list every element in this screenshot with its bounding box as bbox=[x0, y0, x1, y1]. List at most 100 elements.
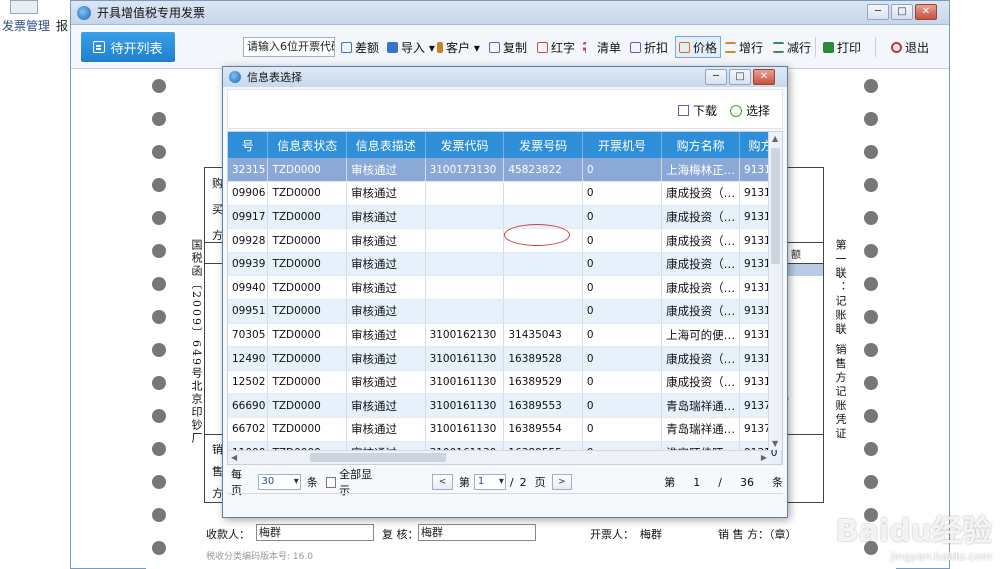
invoice-code-input[interactable]: 请输入6位开票代码 bbox=[243, 37, 335, 57]
table-row[interactable]: 70305 TZD0000 审核通过 3100162130 31435043 0 上海可的便… bbox=[228, 323, 782, 348]
payee-input[interactable]: 梅群 bbox=[256, 524, 374, 541]
table-cell: 0 bbox=[582, 393, 663, 419]
column-header[interactable]: 开票机号 bbox=[582, 132, 663, 158]
toolbar-separator bbox=[815, 37, 816, 57]
table-row[interactable]: 12502 TZD0000 审核通过 3100161130 16389529 0 康成投资（… bbox=[228, 370, 782, 395]
red-invoice-icon bbox=[537, 41, 548, 53]
perforation-hole bbox=[864, 145, 878, 159]
column-header[interactable]: 发票代码 bbox=[425, 132, 505, 158]
table-cell: 青岛瑞祥通… bbox=[661, 417, 741, 442]
toolbar-add-row-button[interactable]: 增行 bbox=[725, 37, 763, 57]
toolbar-exit-button[interactable]: 退出 bbox=[891, 37, 929, 57]
table-cell bbox=[425, 299, 505, 324]
info-table-dialog: 信息表选择 ─ □ ✕ 下载 选择 号 信息表状态 信息表描述 发票代码 发票号… bbox=[222, 66, 788, 518]
column-header[interactable]: 购方名称 bbox=[661, 132, 741, 158]
table-cell: 45823822 bbox=[503, 158, 583, 183]
next-page-button[interactable]: > bbox=[551, 474, 573, 490]
minimize-button[interactable]: ─ bbox=[867, 4, 889, 20]
scroll-down-icon[interactable]: ▼ bbox=[772, 439, 778, 448]
perforation-hole bbox=[864, 244, 878, 258]
horizontal-scrollbar[interactable]: ◀ ▶ bbox=[228, 450, 770, 464]
perforation-hole bbox=[152, 277, 166, 291]
vertical-scroll-thumb[interactable] bbox=[771, 148, 780, 264]
table-cell bbox=[503, 252, 583, 277]
maximize-button[interactable]: □ bbox=[891, 4, 913, 20]
pending-list-button[interactable]: 待开列表 bbox=[81, 32, 175, 62]
table-cell: 审核通过 bbox=[346, 346, 426, 371]
toolbar-customer-button[interactable]: 客户 ▾ bbox=[437, 37, 480, 57]
dialog-minimize-button[interactable]: ─ bbox=[705, 69, 727, 85]
table-cell: 审核通过 bbox=[346, 323, 426, 348]
perforation-hole bbox=[152, 145, 166, 159]
perforation-hole bbox=[152, 79, 166, 93]
app-logo-icon bbox=[77, 5, 91, 20]
table-row[interactable]: 32315 TZD0000 审核通过 3100173130 45823822 0 上海梅林正… bbox=[228, 158, 782, 183]
toolbar-copy-button[interactable]: 复制 bbox=[489, 37, 527, 57]
toolbar-print-button[interactable]: 打印 bbox=[823, 37, 861, 57]
menu-report-partial[interactable]: 报 bbox=[56, 17, 68, 34]
table-cell: 审核通过 bbox=[346, 417, 426, 442]
record-total: 36 bbox=[740, 475, 754, 489]
table-row[interactable]: 09940 TZD0000 审核通过 0 康成投资（… 91310 bbox=[228, 275, 782, 301]
horizontal-scroll-thumb[interactable] bbox=[310, 453, 446, 462]
prev-page-button[interactable]: < bbox=[432, 474, 453, 490]
toolbar-label: 清单 bbox=[597, 40, 622, 55]
per-page-select[interactable]: 30 bbox=[257, 474, 301, 490]
table-cell: 3100161130 bbox=[425, 417, 505, 442]
perforation-hole bbox=[864, 211, 878, 225]
toolbar-discount-button[interactable]: 折扣 bbox=[630, 37, 668, 57]
table-row[interactable]: 12490 TZD0000 审核通过 3100161130 16389528 0 康成投资（… bbox=[228, 346, 782, 371]
table-cell: 3100161130 bbox=[425, 370, 505, 395]
info-table-grid: 号 信息表状态 信息表描述 发票代码 发票号码 开票机号 购方名称 购方 323… bbox=[227, 131, 783, 465]
menu-invoice-management[interactable]: 发票管理 bbox=[2, 17, 50, 34]
window-titlebar: 开具增值税专用发票 bbox=[71, 1, 949, 25]
scroll-up-icon[interactable]: ▲ bbox=[772, 134, 778, 143]
column-header[interactable]: 号 bbox=[228, 132, 269, 158]
table-cell bbox=[425, 275, 505, 301]
column-header[interactable]: 发票号码 bbox=[503, 132, 583, 158]
scroll-left-icon[interactable]: ◀ bbox=[231, 453, 237, 462]
table-cell: 12502 bbox=[228, 370, 269, 395]
page-select[interactable]: 1 bbox=[473, 474, 506, 490]
table-cell: 审核通过 bbox=[346, 275, 426, 301]
desktop-app-icon[interactable] bbox=[10, 0, 38, 14]
close-button[interactable]: ✕ bbox=[915, 4, 937, 20]
toolbar-balance-button[interactable]: 差额 bbox=[341, 37, 379, 57]
table-row[interactable]: 66690 TZD0000 审核通过 3100161130 16389553 0 青岛瑞祥通… bbox=[228, 393, 782, 419]
perforation-hole bbox=[152, 310, 166, 324]
toolbar-checklist-button[interactable]: 清单 bbox=[583, 37, 621, 57]
pending-list-label: 待开列表 bbox=[110, 41, 163, 57]
column-header[interactable]: 信息表状态 bbox=[267, 132, 347, 158]
show-all-checkbox[interactable] bbox=[325, 476, 337, 488]
table-row[interactable]: 66702 TZD0000 审核通过 3100161130 16389554 0 青岛瑞祥通… bbox=[228, 417, 782, 442]
table-cell: 0 bbox=[582, 346, 663, 371]
toolbar-remove-row-button[interactable]: 减行 bbox=[773, 37, 811, 57]
table-row[interactable]: 09939 TZD0000 审核通过 0 康成投资（… 91310 bbox=[228, 252, 782, 277]
table-row[interactable]: 09917 TZD0000 审核通过 0 康成投资（… 91310 bbox=[228, 205, 782, 230]
vertical-scrollbar[interactable]: ▲ ▼ bbox=[768, 132, 782, 450]
info-table: 号 信息表状态 信息表描述 发票代码 发票号码 开票机号 购方名称 购方 323… bbox=[228, 132, 782, 464]
scroll-right-icon[interactable]: ▶ bbox=[761, 453, 767, 462]
perforation-hole bbox=[864, 310, 878, 324]
print-icon bbox=[823, 41, 834, 53]
issuer-label: 开票人： bbox=[590, 528, 634, 541]
table-cell: 66702 bbox=[228, 417, 269, 442]
column-header[interactable]: 信息表描述 bbox=[346, 132, 426, 158]
table-cell: TZD0000 bbox=[267, 346, 347, 371]
remove-row-icon bbox=[773, 41, 784, 53]
list-icon bbox=[341, 41, 352, 53]
select-button[interactable]: 选择 bbox=[730, 102, 770, 119]
toolbar-price-button[interactable]: 价格 bbox=[675, 36, 722, 58]
table-cell: TZD0000 bbox=[267, 158, 347, 183]
perforation-hole bbox=[152, 211, 166, 225]
toolbar-red-invoice-button[interactable]: 红字 bbox=[537, 37, 575, 57]
reviewer-input[interactable]: 梅群 bbox=[418, 524, 536, 541]
table-row[interactable]: 09951 TZD0000 审核通过 0 康成投资（… 91310 bbox=[228, 299, 782, 324]
dialog-maximize-button[interactable]: □ bbox=[729, 69, 751, 85]
toolbar-import-button[interactable]: 导入 ▾ bbox=[387, 37, 435, 57]
dialog-close-button[interactable]: ✕ bbox=[753, 69, 775, 85]
perforation-hole bbox=[152, 541, 166, 555]
table-row[interactable]: 09906 TZD0000 审核通过 0 康成投资（… 91310 bbox=[228, 181, 782, 206]
download-button[interactable]: 下载 bbox=[678, 102, 717, 119]
perforation-hole bbox=[152, 376, 166, 390]
